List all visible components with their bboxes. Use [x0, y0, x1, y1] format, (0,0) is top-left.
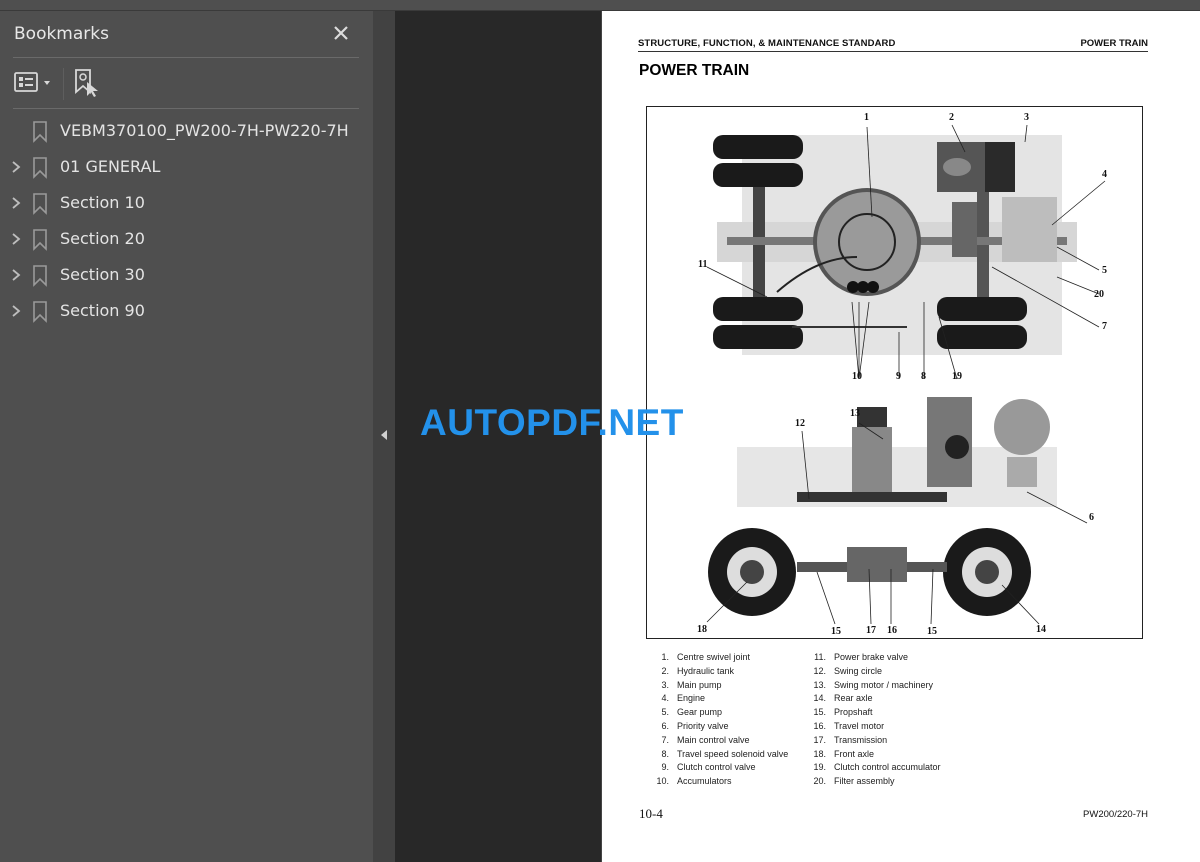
- legend-item: 2. Hydraulic tank: [661, 665, 735, 676]
- callout-label: 15: [831, 626, 841, 637]
- callout-label: 4: [1102, 169, 1107, 180]
- callout-label: 5: [1102, 265, 1107, 276]
- callout-label: 19: [952, 371, 962, 382]
- bookmark-icon: [33, 265, 47, 287]
- bookmark-options-button[interactable]: [13, 69, 57, 97]
- callout-label: 16: [887, 625, 897, 636]
- find-current-bookmark-icon: [75, 69, 98, 97]
- bookmark-label: VEBM370100_PW200-7H-PW220-7H: [60, 121, 349, 140]
- legend-item: 7. Main control valve: [661, 734, 750, 745]
- bookmark-icon: [33, 301, 47, 323]
- callout-label: 20: [1094, 289, 1104, 300]
- header-rule: [638, 51, 1148, 52]
- callout-label: 9: [896, 371, 901, 382]
- legend-item: 13. Swing motor / machinery: [813, 679, 934, 690]
- chevron-right-icon[interactable]: [9, 267, 23, 283]
- close-icon: [334, 26, 348, 40]
- legend-item: 17. Transmission: [813, 734, 888, 745]
- collapse-panel-button[interactable]: [379, 428, 389, 442]
- callout-label: 10: [852, 371, 862, 382]
- legend-item: 11. Power brake valve: [814, 652, 909, 662]
- callout-label: 2: [949, 112, 954, 123]
- bookmark-item-section-90[interactable]: Section 90: [0, 293, 373, 329]
- bookmarks-panel: Bookmarks VEBM370100_PW200-7H-PW220-7H 0…: [0, 11, 373, 862]
- chevron-right-icon[interactable]: [9, 303, 23, 319]
- legend-item: 20. Filter assembly: [813, 776, 895, 787]
- divider: [13, 57, 359, 58]
- bookmark-item-section-30[interactable]: Section 30: [0, 257, 373, 293]
- divider: [13, 108, 359, 109]
- callout-label: 18: [697, 624, 707, 635]
- bookmark-label: Section 90: [60, 301, 145, 320]
- top-toolbar: [0, 0, 1200, 11]
- legend-item: 18. Front axle: [813, 748, 875, 759]
- callout-label: 14: [1036, 624, 1046, 635]
- callout-label: 6: [1089, 512, 1094, 523]
- callout-label: 12: [795, 418, 805, 429]
- legend-item: 14. Rear axle: [813, 693, 873, 704]
- close-panel-button[interactable]: [329, 21, 353, 45]
- bookmark-icon: [33, 121, 47, 143]
- bookmark-label: 01 GENERAL: [60, 157, 161, 176]
- power-train-illustration: [706, 124, 1106, 625]
- bookmark-list: VEBM370100_PW200-7H-PW220-7H 01 GENERAL …: [0, 113, 373, 329]
- bookmark-icon: [33, 157, 47, 179]
- bookmark-label: Section 30: [60, 265, 145, 284]
- caret-left-icon: [381, 430, 387, 440]
- legend-item: 1. Centre swivel joint: [661, 652, 751, 662]
- callout-label: 3: [1024, 112, 1029, 123]
- chevron-right-icon[interactable]: [9, 231, 23, 247]
- legend-item: 12. Swing circle: [813, 665, 883, 676]
- bookmark-item-root[interactable]: VEBM370100_PW200-7H-PW220-7H: [0, 113, 373, 149]
- bookmark-options-icon: [14, 72, 50, 92]
- callout-label: 17: [866, 625, 876, 636]
- legend-item: 9. Clutch control valve: [661, 762, 756, 773]
- bookmark-item-section-10[interactable]: Section 10: [0, 185, 373, 221]
- running-header-right: POWER TRAIN: [1080, 38, 1148, 49]
- legend-item: 8. Travel speed solenoid valve: [661, 748, 789, 759]
- callout-label: 13: [850, 408, 860, 419]
- legend-column-left: 1. Centre swivel joint 2. Hydraulic tank 3…: [649, 652, 829, 790]
- page-title: POWER TRAIN: [639, 62, 750, 79]
- legend-item: 16. Travel motor: [813, 720, 885, 731]
- bookmark-label: Section 20: [60, 229, 145, 248]
- legend-item: 10. Accumulators: [656, 776, 732, 787]
- chevron-right-icon[interactable]: [9, 159, 23, 175]
- bookmark-label: Section 10: [60, 193, 145, 212]
- legend-item: 15. Propshaft: [813, 707, 873, 718]
- page-number: 10-4: [639, 806, 663, 821]
- legend-item: 5. Gear pump: [661, 707, 723, 718]
- find-current-bookmark-button[interactable]: [73, 68, 101, 98]
- legend-column-right: 11. Power brake valve 12. Swing circle 13.…: [806, 652, 986, 790]
- model-footer: PW200/220-7H: [1083, 809, 1148, 820]
- callout-label: 1: [864, 112, 869, 123]
- panel-title: Bookmarks: [14, 24, 109, 44]
- callout-label: 15: [927, 626, 937, 637]
- callout-label: 11: [698, 259, 708, 270]
- power-train-figure: 1 2 3 4 5 20 7 11 10 9 8 19 12 13 6 18 1…: [646, 106, 1143, 639]
- bookmark-icon: [33, 193, 47, 215]
- bookmark-item-section-20[interactable]: Section 20: [0, 221, 373, 257]
- legend-item: 4. Engine: [661, 693, 706, 704]
- running-header-left: STRUCTURE, FUNCTION, & MAINTENANCE STAND…: [638, 38, 896, 49]
- bookmark-item-general[interactable]: 01 GENERAL: [0, 149, 373, 185]
- legend-item: 19. Clutch control accumulator: [813, 762, 941, 773]
- pdf-page: STRUCTURE, FUNCTION, & MAINTENANCE STAND…: [601, 11, 1200, 862]
- callout-label: 7: [1102, 321, 1107, 332]
- bookmark-icon: [33, 229, 47, 251]
- legend-item: 3. Main pump: [661, 679, 722, 690]
- toolbar-separator: [63, 68, 64, 100]
- callout-label: 8: [921, 371, 926, 382]
- legend-item: 6. Priority valve: [661, 720, 729, 731]
- chevron-right-icon[interactable]: [9, 195, 23, 211]
- watermark-text: AUTOPDF.NET: [420, 402, 684, 443]
